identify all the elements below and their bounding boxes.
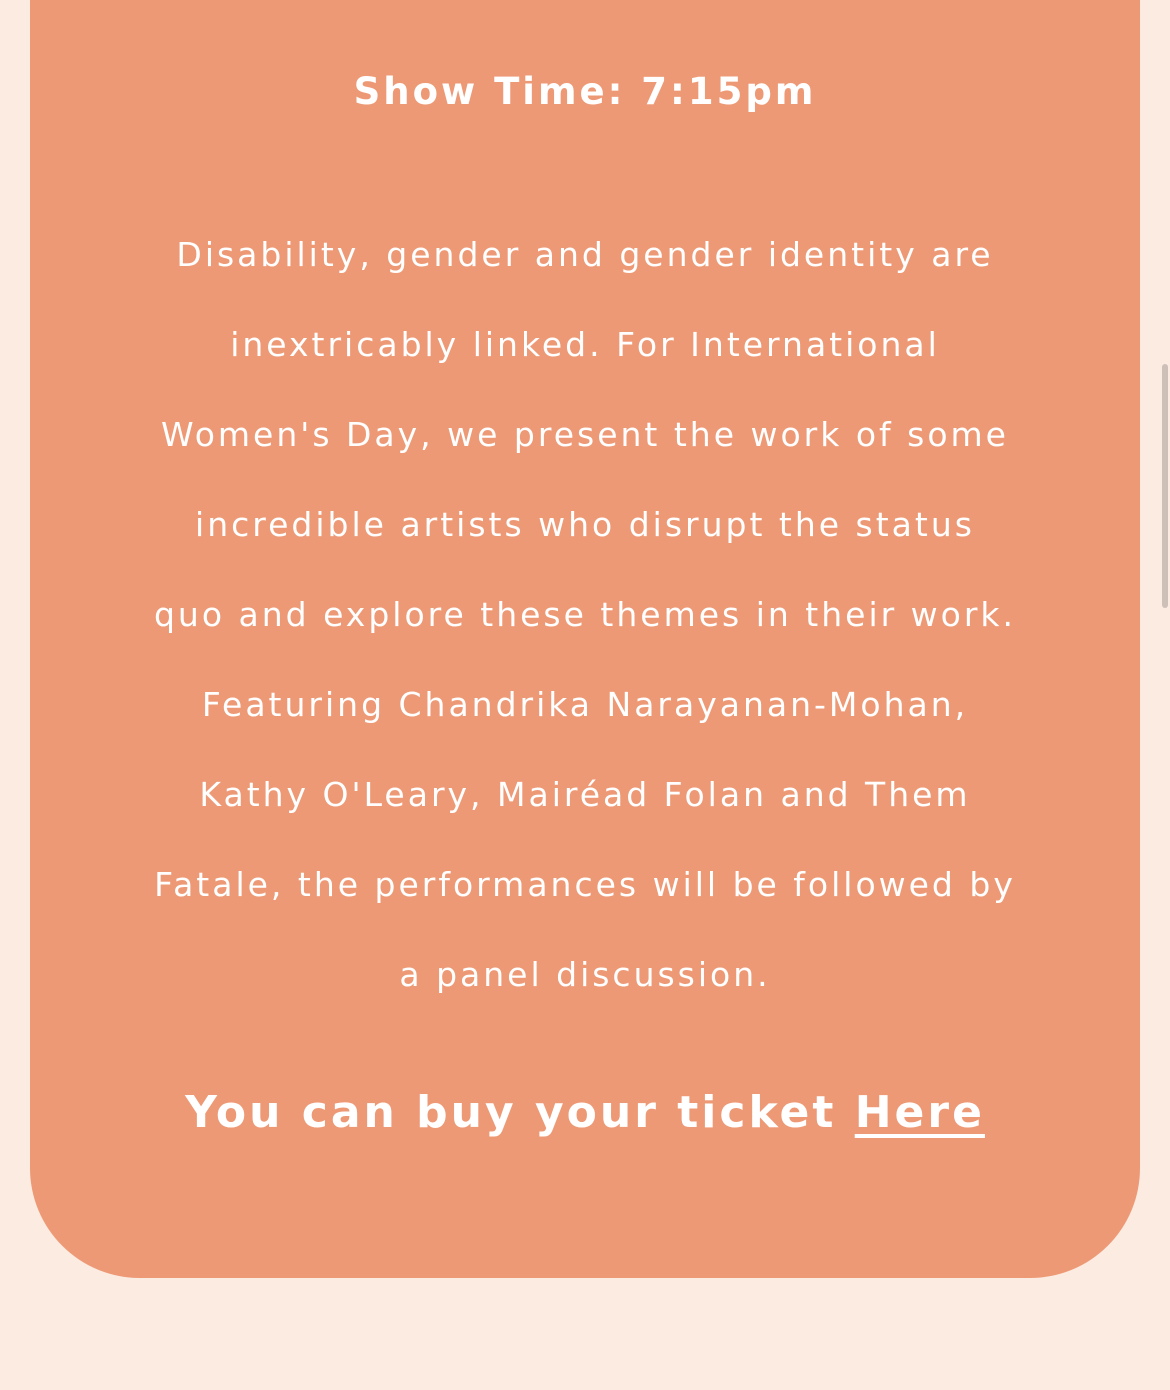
description-line: inextricably linked. For International — [230, 325, 940, 364]
event-description: Disability, gender and gender identity a… — [30, 210, 1140, 1020]
page-scrollbar[interactable] — [1162, 364, 1168, 608]
description-line: Women's Day, we present the work of some — [161, 415, 1009, 454]
description-line: a panel discussion. — [399, 955, 771, 994]
show-time-heading: Show Time: 7:15pm — [353, 70, 817, 113]
description-line: Disability, gender and gender identity a… — [176, 235, 994, 274]
description-line: incredible artists who disrupt the statu… — [195, 505, 975, 544]
description-line: Fatale, the performances will be followe… — [154, 865, 1016, 904]
ticket-text: You can buy your ticket — [185, 1087, 855, 1138]
event-info-card: Show Time: 7:15pm Disability, gender and… — [30, 0, 1140, 1278]
description-line: Featuring Chandrika Narayanan-Mohan, — [201, 685, 969, 724]
ticket-here-link[interactable]: Here — [855, 1087, 985, 1138]
description-line: Kathy O'Leary, Mairéad Folan and Them — [199, 775, 971, 814]
description-line: quo and explore these themes in their wo… — [153, 595, 1017, 634]
ticket-call-to-action: You can buy your ticket Here — [30, 1083, 1140, 1143]
